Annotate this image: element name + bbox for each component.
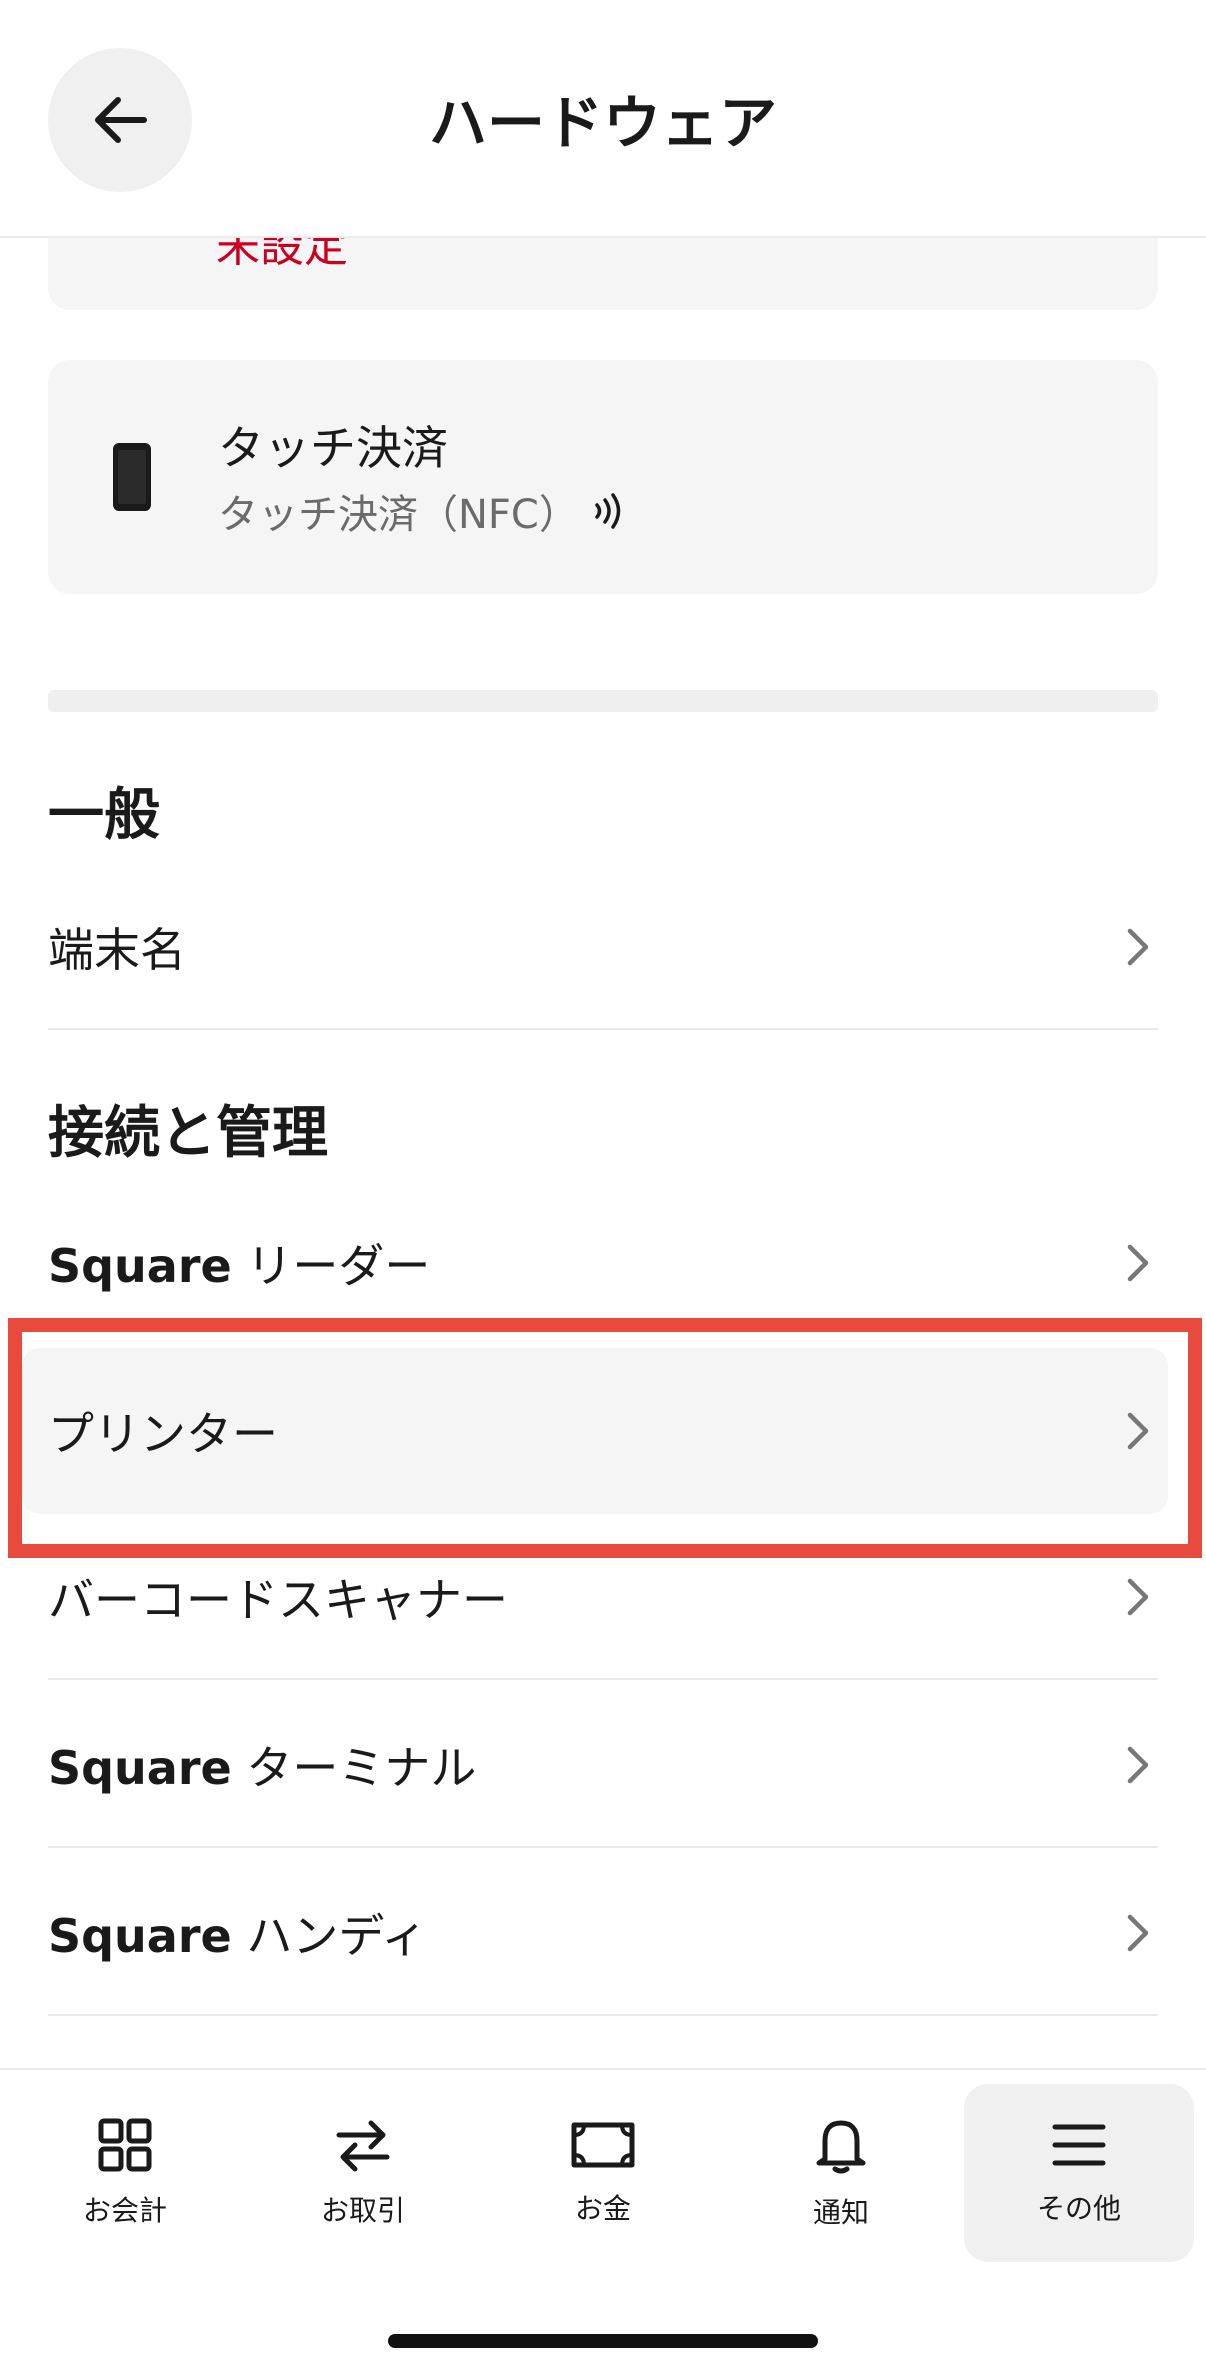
nfc-icon [595,493,621,529]
row-divider [48,1678,1158,1680]
phone-icon [113,443,151,511]
brand-label: Square [48,1741,232,1795]
nav-transactions[interactable]: お取引 [248,2084,478,2262]
bell-icon [816,2120,866,2174]
square-terminal-row[interactable]: Square ターミナル [48,1682,1158,1848]
section-heading-connection: 接続と管理 [48,1101,328,1166]
nav-label: お会計 [82,2194,167,2227]
tap-to-pay-subtitle: タッチ決済（NFC） [218,492,579,538]
money-icon [571,2122,635,2168]
nav-money[interactable]: お金 [488,2084,718,2262]
chevron-right-icon [1127,1244,1149,1282]
home-indicator [388,2334,818,2348]
nav-label: その他 [1036,2192,1121,2225]
tap-to-pay-title: タッチ決済 [218,421,448,475]
chevron-right-icon [1127,1746,1149,1784]
brand-label: Square [48,1909,232,1963]
menu-icon [1052,2124,1106,2166]
section-divider [48,690,1158,712]
row-divider [48,2014,1158,2016]
highlight-annotation-box [8,1318,1202,1558]
brand-label: Square [48,1239,232,1293]
transfer-arrows-icon [336,2120,390,2172]
nav-checkout[interactable]: お会計 [10,2084,240,2262]
device-name-row[interactable]: 端末名 [48,864,1158,1030]
nav-notifications[interactable]: 通知 [726,2084,956,2262]
chevron-right-icon [1127,928,1149,966]
app-header: ハードウェア [0,0,1206,238]
square-reader-label: リーダー [246,1239,431,1293]
chevron-right-icon [1127,1914,1149,1952]
grid-icon [98,2118,152,2172]
nav-label: お取引 [320,2194,405,2227]
nav-more[interactable]: その他 [964,2084,1194,2262]
barcode-scanner-label: バーコードスキャナー [48,1573,508,1627]
page-title: ハードウェア [428,89,777,157]
chevron-right-icon [1127,1578,1149,1616]
square-handy-row[interactable]: Square ハンディ [48,1850,1158,2016]
square-terminal-label: ターミナル [246,1741,477,1795]
row-divider [48,1028,1158,1030]
section-heading-general: 一般 [48,783,160,848]
bottom-navigation: お会計 お取引 お金 通知 その他 [0,2068,1206,2378]
tap-to-pay-card[interactable]: タッチ決済 タッチ決済（NFC） [48,360,1158,594]
nav-label: 通知 [812,2196,869,2229]
square-handy-label: ハンディ [246,1909,428,1963]
device-name-label: 端末名 [48,923,186,977]
nav-label: お金 [574,2192,631,2225]
row-divider [48,1846,1158,1848]
